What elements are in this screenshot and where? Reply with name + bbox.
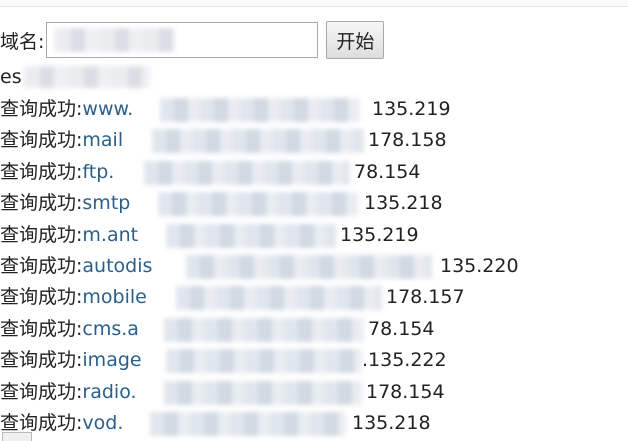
result-prefix: 查询成功: — [0, 192, 83, 215]
result-prefix: 查询成功: — [0, 380, 83, 403]
redacted-status — [24, 66, 150, 88]
result-ip: 135.218 — [364, 192, 443, 215]
result-host: autodis — [82, 254, 153, 277]
result-host: mobile — [82, 286, 147, 309]
result-prefix: 查询成功: — [0, 317, 83, 340]
redacted-host — [144, 160, 350, 185]
redacted-host — [166, 223, 336, 248]
result-host: radio. — [82, 380, 137, 403]
result-host: image — [82, 349, 142, 372]
redacted-host — [166, 349, 362, 374]
result-row: 查询成功:smtp 135.218 — [0, 188, 443, 219]
result-prefix: 查询成功: — [0, 349, 83, 372]
results-list: 查询成功:www. 135.219 查询成功:mail 178.158 查询成功… — [0, 94, 519, 439]
result-host: vod. — [82, 411, 124, 434]
result-ip: 178.158 — [368, 129, 447, 152]
redacted-host — [160, 98, 360, 122]
redacted-host — [150, 411, 346, 436]
redacted-host — [152, 129, 364, 154]
result-row: 查询成功:autodis 135.220 — [0, 251, 519, 282]
redacted-host — [164, 317, 364, 342]
result-row: 查询成功:cms.a 78.154 — [0, 314, 434, 345]
redacted-domain-value — [55, 28, 176, 52]
result-ip: 178.157 — [386, 286, 465, 309]
result-row: 查询成功:www. 135.219 — [0, 94, 451, 125]
result-host: www. — [82, 98, 134, 120]
result-prefix: 查询成功: — [0, 160, 83, 183]
result-ip: 135.219 — [340, 223, 419, 246]
status-line: es — [0, 64, 150, 90]
result-row: 查询成功:mail 178.158 — [0, 125, 447, 156]
domain-input[interactable] — [46, 22, 319, 58]
redacted-host — [158, 192, 358, 217]
result-host: m.ant — [82, 223, 139, 246]
result-ip: 135.219 — [372, 98, 451, 120]
redacted-host — [186, 254, 432, 279]
result-host: ftp. — [82, 160, 115, 183]
redacted-host — [164, 380, 362, 405]
result-ip: 135.218 — [352, 411, 431, 434]
result-host: smtp — [82, 192, 131, 215]
result-row: 查询成功:image .135.222 — [0, 345, 447, 376]
domain-label: 域名: — [0, 30, 45, 53]
result-prefix: 查询成功: — [0, 129, 83, 152]
result-ip: .135.222 — [362, 349, 447, 372]
result-host: mail — [82, 129, 124, 152]
start-button[interactable]: 开始 — [326, 21, 385, 59]
result-row: 查询成功:radio. 178.154 — [0, 377, 445, 408]
result-prefix: 查询成功: — [0, 286, 83, 309]
result-row: 查询成功:m.ant 135.219 — [0, 220, 419, 251]
result-ip: 78.154 — [368, 317, 435, 340]
status-text: es — [0, 66, 22, 88]
result-row: 查询成功:mobile 178.157 — [0, 282, 465, 313]
result-ip: 78.154 — [354, 160, 421, 183]
page-root: 域名: 开始 es 查询成功:www. 135.219 查询成功:mail 17… — [0, 0, 628, 441]
top-browser-strip — [0, 0, 628, 7]
result-ip: 135.220 — [440, 254, 519, 277]
result-prefix: 查询成功: — [0, 223, 83, 246]
result-ip: 178.154 — [366, 380, 445, 403]
result-host: cms.a — [82, 317, 139, 340]
result-prefix: 查询成功: — [0, 411, 83, 434]
domain-form: 域名: 开始 — [0, 18, 385, 62]
result-row: 查询成功:ftp. 78.154 — [0, 157, 420, 188]
redacted-host — [176, 286, 382, 311]
result-prefix: 查询成功: — [0, 98, 83, 120]
partial-icon — [2, 432, 32, 441]
result-prefix: 查询成功: — [0, 254, 83, 277]
